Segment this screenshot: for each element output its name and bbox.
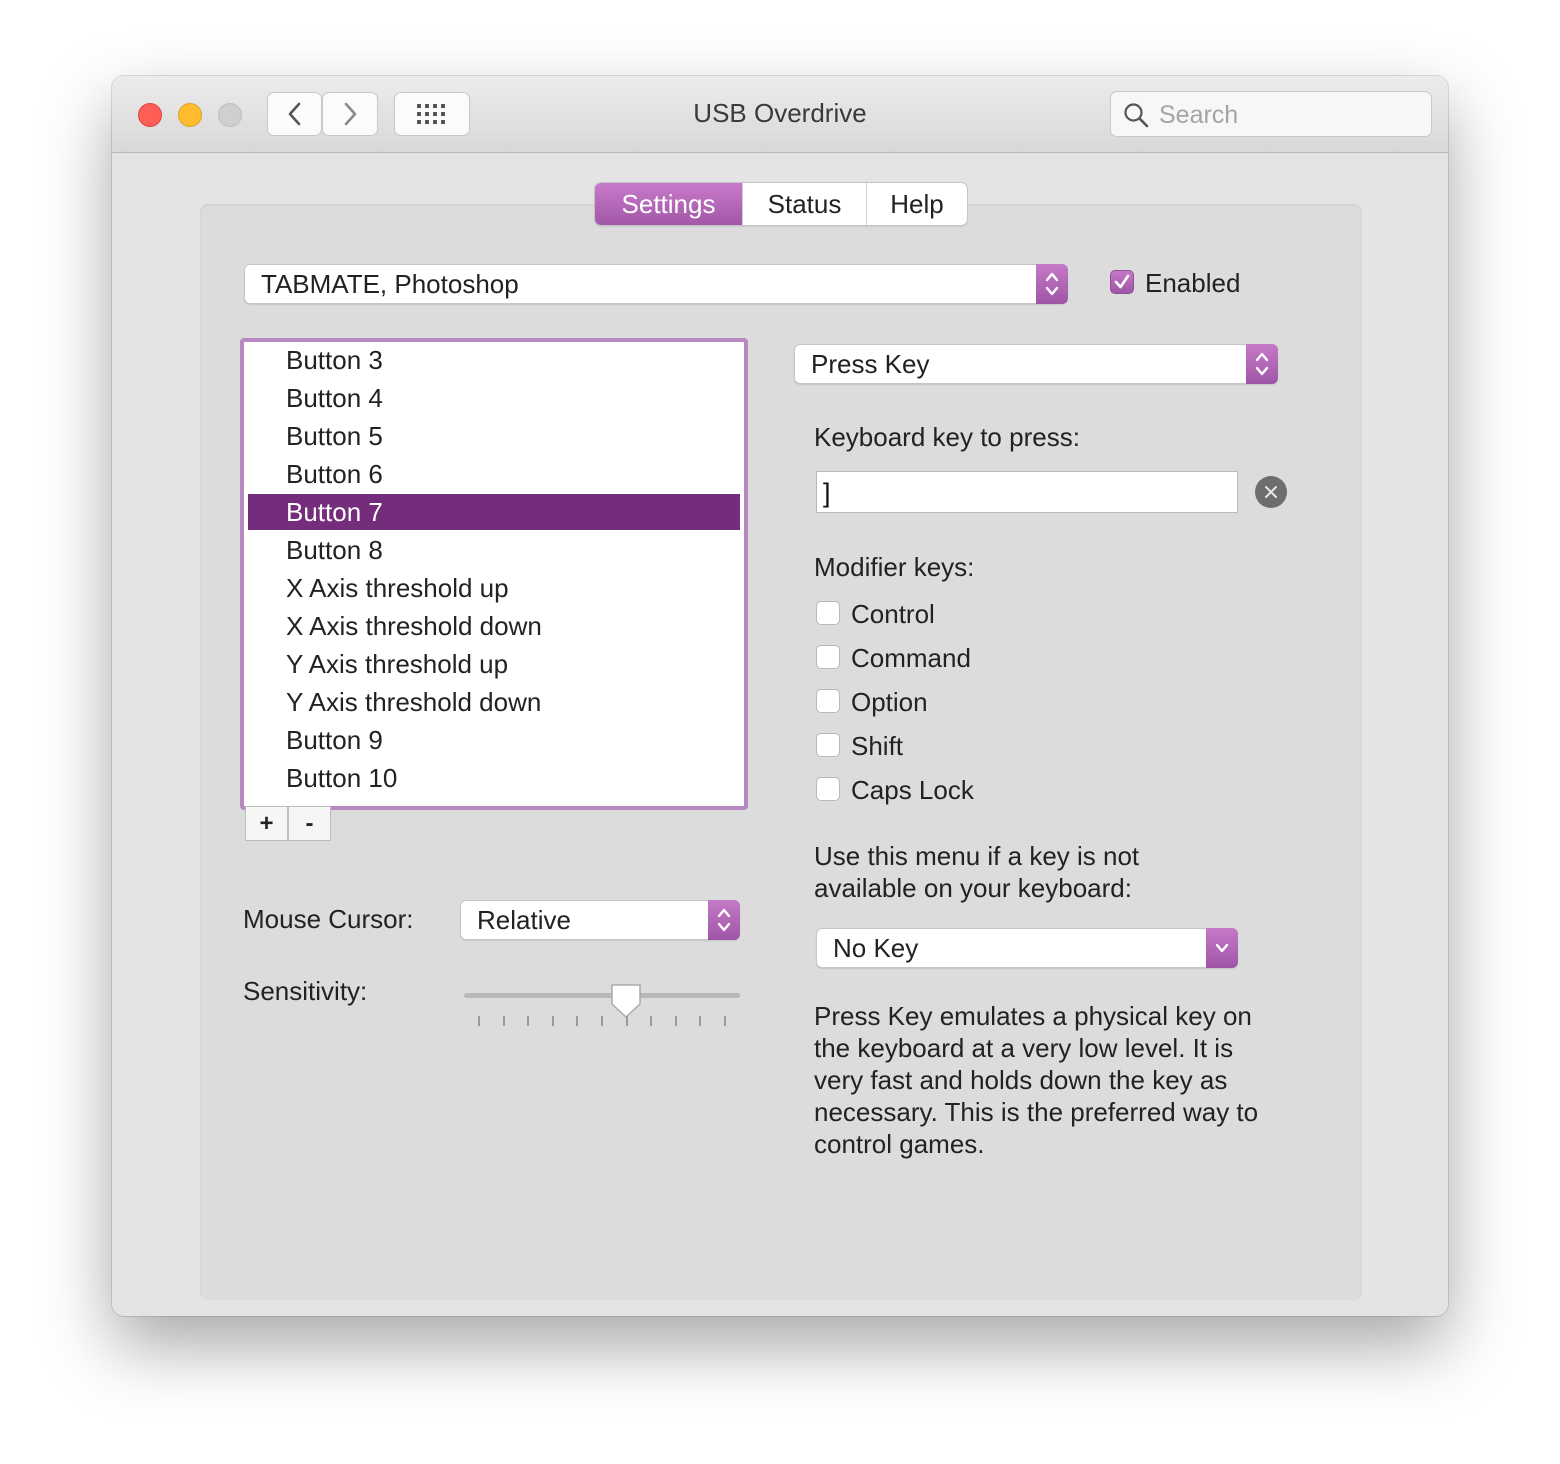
menu-hint: Use this menu if a key is not available … — [814, 840, 1139, 904]
sensitivity-slider[interactable] — [464, 993, 740, 998]
device-popup[interactable]: TABMATE, Photoshop — [244, 264, 1068, 304]
list-item[interactable]: X Axis threshold down — [248, 608, 740, 644]
command-label: Command — [851, 643, 971, 673]
option-checkbox[interactable] — [816, 689, 840, 713]
shift-label: Shift — [851, 731, 904, 761]
list-item[interactable]: Button 8 — [248, 532, 740, 568]
list-item[interactable]: Button 10 — [248, 760, 740, 796]
tab-settings[interactable]: Settings — [595, 183, 743, 225]
list-item-selected[interactable]: Button 7 — [248, 494, 740, 530]
caps-lock-label: Caps Lock — [851, 775, 974, 805]
list-item[interactable]: Button 6 — [248, 456, 740, 492]
slider-tick — [576, 1016, 579, 1026]
list-item[interactable]: Button 5 — [248, 418, 740, 454]
clear-key-button[interactable] — [1255, 476, 1287, 508]
add-button[interactable]: + — [245, 806, 288, 841]
stepper-arrows-icon — [1246, 344, 1278, 384]
chevron-down-icon — [1206, 928, 1238, 968]
menu-hint-line: available on your keyboard: — [814, 873, 1132, 903]
slider-tick — [625, 1016, 628, 1026]
slider-tick — [527, 1016, 530, 1026]
action-popup[interactable]: Press Key — [794, 344, 1278, 384]
action-popup-value: Press Key — [811, 349, 930, 379]
slider-tick — [478, 1016, 480, 1026]
button-list[interactable]: Button 3 Button 4 Button 5 Button 6 Butt… — [240, 338, 748, 810]
shift-checkbox[interactable] — [816, 733, 840, 757]
remove-button[interactable]: - — [288, 806, 331, 841]
mouse-cursor-label: Mouse Cursor: — [243, 904, 414, 934]
list-item[interactable]: Button 3 — [248, 342, 740, 378]
list-item[interactable]: Y Axis threshold down — [248, 684, 740, 720]
list-item[interactable]: Button 9 — [248, 722, 740, 758]
command-checkbox[interactable] — [816, 645, 840, 669]
slider-tick — [699, 1016, 702, 1026]
titlebar: USB Overdrive Search — [112, 76, 1448, 153]
sensitivity-label: Sensitivity: — [243, 976, 368, 1006]
slider-tick — [650, 1016, 653, 1026]
description-line: control games. — [814, 1129, 985, 1159]
mouse-cursor-value: Relative — [477, 905, 571, 935]
keyboard-key-field[interactable]: ] — [816, 471, 1238, 513]
description-line: necessary. This is the preferred way to — [814, 1097, 1259, 1127]
description-line: very fast and holds down the key as — [814, 1065, 1228, 1095]
list-item[interactable]: X Axis threshold up — [248, 570, 740, 606]
control-checkbox[interactable] — [816, 601, 840, 625]
search-icon — [1124, 103, 1149, 128]
slider-thumb[interactable] — [609, 982, 643, 1020]
control-label: Control — [851, 599, 935, 629]
description-line: the keyboard at a very low level. It is — [814, 1033, 1234, 1063]
search-field[interactable]: Search — [1110, 91, 1432, 137]
list-item[interactable]: Y Axis threshold up — [248, 646, 740, 682]
tab-bar: Settings Status Help — [594, 182, 968, 226]
slider-tick — [551, 1016, 554, 1026]
caps-lock-checkbox[interactable] — [816, 777, 840, 801]
keyboard-key-label: Keyboard key to press: — [814, 422, 1080, 452]
slider-tick — [674, 1016, 677, 1026]
slider-tick — [502, 1016, 505, 1026]
slider-tick — [724, 1016, 726, 1026]
option-label: Option — [851, 687, 928, 717]
no-key-popup-value: No Key — [833, 933, 919, 963]
action-description: Press Key emulates a physical key on the… — [814, 1000, 1258, 1160]
description-line: Press Key emulates a physical key on — [814, 1001, 1252, 1031]
enabled-label: Enabled — [1145, 268, 1241, 298]
keyboard-key-value: ] — [823, 478, 831, 508]
stepper-arrows-icon — [708, 900, 740, 940]
slider-tick — [601, 1016, 603, 1026]
checkmark-icon — [1114, 274, 1130, 289]
no-key-popup[interactable]: No Key — [816, 928, 1238, 968]
tab-status[interactable]: Status — [743, 183, 867, 225]
stepper-arrows-icon — [1036, 264, 1068, 304]
close-icon — [1265, 486, 1277, 498]
mouse-cursor-popup[interactable]: Relative — [460, 900, 740, 940]
preferences-window: USB Overdrive Search Settings Status Hel… — [112, 76, 1448, 1316]
enabled-checkbox[interactable] — [1110, 270, 1134, 294]
search-placeholder: Search — [1159, 101, 1239, 129]
list-item[interactable]: Button 4 — [248, 380, 740, 416]
modifier-keys-label: Modifier keys: — [814, 552, 975, 582]
device-popup-value: TABMATE, Photoshop — [261, 269, 519, 299]
menu-hint-line: Use this menu if a key is not — [814, 841, 1140, 871]
tab-help[interactable]: Help — [867, 183, 967, 225]
